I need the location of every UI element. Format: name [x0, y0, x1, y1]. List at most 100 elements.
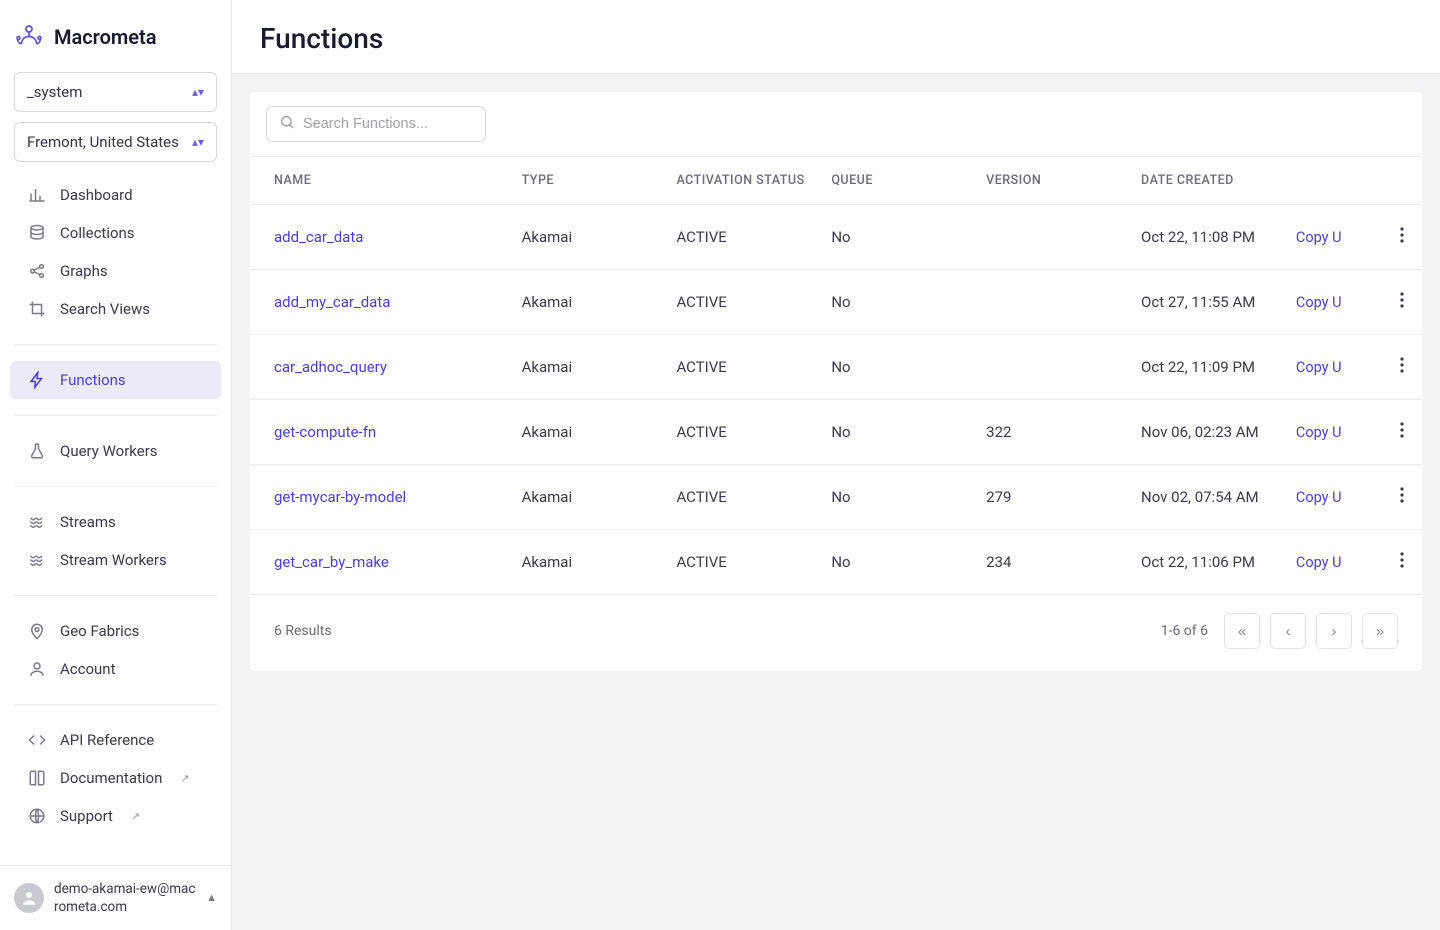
pin-icon — [28, 622, 46, 640]
cell-type: Akamai — [512, 335, 667, 400]
th-queue[interactable]: QUEUE — [821, 157, 976, 205]
page-header: Functions — [232, 0, 1440, 74]
sidebar-item-collections[interactable]: Collections — [10, 214, 221, 252]
copy-url-button[interactable]: Copy U — [1296, 229, 1342, 246]
bar-chart-icon — [28, 186, 46, 204]
function-name-link[interactable]: get_car_by_make — [274, 553, 389, 571]
sidebar-item-account[interactable]: Account — [10, 650, 221, 688]
sidebar-item-streams[interactable]: Streams — [10, 503, 221, 541]
function-name-link[interactable]: car_adhoc_query — [274, 358, 387, 376]
th-status[interactable]: ACTIVATION STATUS — [666, 157, 821, 205]
region-select[interactable]: Fremont, United States ▴▾ — [14, 122, 217, 162]
content-area: NAME TYPE ACTIVATION STATUS QUEUE VERSIO… — [232, 74, 1440, 930]
pager-next-button[interactable]: › — [1316, 613, 1352, 649]
row-menu-button[interactable] — [1380, 530, 1422, 595]
search-icon — [279, 114, 295, 134]
panel-toolbar — [250, 92, 1422, 156]
copy-url-button[interactable]: Copy U — [1296, 554, 1342, 571]
cell-name: add_my_car_data — [250, 270, 512, 335]
sidebar-item-label: Stream Workers — [60, 551, 167, 569]
cell-version: 322 — [976, 400, 1131, 465]
sidebar-item-api-reference[interactable]: API Reference — [10, 721, 221, 759]
row-menu-button[interactable] — [1380, 335, 1422, 400]
row-menu-button[interactable] — [1380, 205, 1422, 270]
avatar — [14, 883, 44, 913]
cell-date: Oct 27, 11:55 AM — [1131, 270, 1286, 335]
th-version[interactable]: VERSION — [976, 157, 1131, 205]
cell-name: add_car_data — [250, 205, 512, 270]
sidebar-item-label: Support — [60, 807, 113, 825]
pager-prev-button[interactable]: ‹ — [1270, 613, 1306, 649]
sidebar-item-label: Geo Fabrics — [60, 622, 139, 640]
cell-queue: No — [821, 205, 976, 270]
function-name-link[interactable]: get-compute-fn — [274, 423, 376, 441]
cell-copy: Copy U — [1286, 465, 1380, 530]
sidebar-item-support[interactable]: Support↗ — [10, 797, 221, 835]
crop-icon — [28, 300, 46, 318]
cell-status: ACTIVE — [666, 335, 821, 400]
sidebar: Macrometa _system ▴▾ Fremont, United Sta… — [0, 0, 232, 930]
copy-url-button[interactable]: Copy U — [1296, 424, 1342, 441]
waves-icon — [28, 513, 46, 531]
sidebar-item-geo-fabrics[interactable]: Geo Fabrics — [10, 612, 221, 650]
cell-status: ACTIVE — [666, 205, 821, 270]
sidebar-item-label: Graphs — [60, 262, 108, 280]
th-name[interactable]: NAME — [250, 157, 512, 205]
pager: 1-6 of 6 « ‹ › » — [1161, 613, 1398, 649]
fabric-select-value: _system — [27, 83, 82, 101]
function-name-link[interactable]: add_car_data — [274, 228, 363, 246]
sidebar-item-functions[interactable]: Functions — [10, 361, 221, 399]
cell-type: Akamai — [512, 205, 667, 270]
table-row: get-mycar-by-modelAkamaiACTIVENo279Nov 0… — [250, 465, 1422, 530]
function-name-link[interactable]: get-mycar-by-model — [274, 488, 406, 506]
brand: Macrometa — [0, 0, 231, 72]
code-icon — [28, 731, 46, 749]
cell-version: 279 — [976, 465, 1131, 530]
sidebar-item-label: Documentation — [60, 769, 162, 787]
sidebar-item-graphs[interactable]: Graphs — [10, 252, 221, 290]
cell-name: get-compute-fn — [250, 400, 512, 465]
cell-date: Oct 22, 11:08 PM — [1131, 205, 1286, 270]
search-input[interactable] — [303, 116, 473, 132]
sidebar-item-documentation[interactable]: Documentation↗ — [10, 759, 221, 797]
cell-version — [976, 335, 1131, 400]
sidebar-item-search-views[interactable]: Search Views — [10, 290, 221, 328]
functions-table: NAME TYPE ACTIVATION STATUS QUEUE VERSIO… — [250, 156, 1422, 595]
th-type[interactable]: TYPE — [512, 157, 667, 205]
zap-icon — [28, 371, 46, 389]
cell-copy: Copy U — [1286, 270, 1380, 335]
th-date[interactable]: DATE CREATED — [1131, 157, 1286, 205]
sidebar-item-stream-workers[interactable]: Stream Workers — [10, 541, 221, 579]
fabric-select[interactable]: _system ▴▾ — [14, 72, 217, 112]
globe-icon — [28, 807, 46, 825]
cell-date: Oct 22, 11:09 PM — [1131, 335, 1286, 400]
row-menu-button[interactable] — [1380, 400, 1422, 465]
cell-copy: Copy U — [1286, 400, 1380, 465]
cell-name: car_adhoc_query — [250, 335, 512, 400]
cell-name: get-mycar-by-model — [250, 465, 512, 530]
flask-icon — [28, 442, 46, 460]
user-email: demo-akamai-ew@macrometa.com — [54, 880, 196, 916]
pager-first-button[interactable]: « — [1224, 613, 1260, 649]
row-menu-button[interactable] — [1380, 465, 1422, 530]
waves-icon — [28, 551, 46, 569]
table-row: add_car_data AkamaiACTIVENo Oct 22, 11:08 … — [250, 205, 1422, 270]
copy-url-button[interactable]: Copy U — [1296, 294, 1342, 311]
cell-date: Nov 06, 02:23 AM — [1131, 400, 1286, 465]
sidebar-item-query-workers[interactable]: Query Workers — [10, 432, 221, 470]
pager-last-button[interactable]: » — [1362, 613, 1398, 649]
table-footer: 6 Results 1-6 of 6 « ‹ › » — [250, 595, 1422, 671]
cell-copy: Copy U — [1286, 205, 1380, 270]
functions-panel: NAME TYPE ACTIVATION STATUS QUEUE VERSIO… — [250, 92, 1422, 671]
copy-url-button[interactable]: Copy U — [1296, 489, 1342, 506]
copy-url-button[interactable]: Copy U — [1296, 359, 1342, 376]
user-footer[interactable]: demo-akamai-ew@macrometa.com ▲ — [0, 865, 231, 930]
row-menu-button[interactable] — [1380, 270, 1422, 335]
sidebar-item-label: Search Views — [60, 300, 150, 318]
cell-name: get_car_by_make — [250, 530, 512, 595]
function-name-link[interactable]: add_my_car_data — [274, 293, 390, 311]
sidebar-item-dashboard[interactable]: Dashboard — [10, 176, 221, 214]
sidebar-item-label: Account — [60, 660, 116, 678]
search-box[interactable] — [266, 106, 486, 142]
cell-copy: Copy U — [1286, 335, 1380, 400]
